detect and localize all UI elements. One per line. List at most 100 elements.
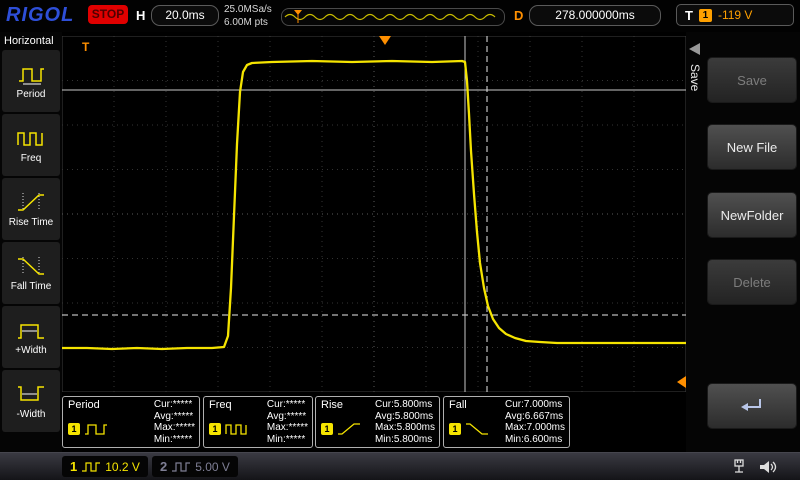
usb-icon (730, 458, 750, 476)
trigger-position-marker-icon[interactable] (379, 36, 391, 45)
trigger-level-value: -119 V (718, 8, 752, 22)
channel-badge: 1 (68, 423, 80, 435)
max-value: Max:7.000ms (505, 422, 565, 434)
enter-button[interactable] (708, 384, 796, 428)
sidebar-item-label: Rise Time (9, 217, 53, 228)
measurement-values: Cur:***** Avg:***** Max:***** Min:***** (267, 399, 308, 445)
trigger-source-badge: 1 (699, 9, 712, 22)
measurement-values: Cur:***** Avg:***** Max:***** Min:***** (154, 399, 195, 445)
horizontal-label: H (136, 8, 145, 23)
measurement-sidebar: Horizontal Period Freq Rise Time Fall Ti… (0, 32, 62, 452)
min-value: Min:6.600ms (505, 434, 565, 446)
avg-value: Avg:5.800ms (375, 411, 435, 423)
min-value: Min:5.800ms (375, 434, 435, 446)
new-folder-button[interactable]: NewFolder (708, 193, 796, 237)
freq-icon (16, 127, 46, 149)
cur-value: Cur:7.000ms (505, 399, 565, 411)
preview-waveform-icon (282, 9, 502, 25)
sidebar-title: Horizontal (0, 32, 62, 48)
cur-value: Cur:***** (154, 399, 195, 411)
trigger-level-marker-icon[interactable] (677, 376, 686, 388)
channel-badge: 1 (209, 423, 221, 435)
delete-button[interactable]: Delete (708, 260, 796, 304)
measurement-box-rise: Rise 1 Cur:5.800ms Avg:5.800ms Max:5.800… (315, 396, 440, 448)
delay-label: D (514, 8, 523, 23)
avg-value: Avg:***** (267, 411, 308, 423)
graticule-and-trace (62, 36, 686, 392)
avg-value: Avg:6.667ms (505, 411, 565, 423)
channel-wave-icon (81, 460, 101, 474)
measurement-source: 1 (68, 421, 109, 437)
period-glyph-icon (83, 421, 109, 437)
sidebar-item-neg-width[interactable]: -Width (2, 370, 60, 432)
sidebar-item-pos-width[interactable]: +Width (2, 306, 60, 368)
pos-width-icon (16, 319, 46, 341)
measurement-name: Fall (449, 399, 467, 411)
sidebar-item-label: Period (17, 89, 46, 100)
cur-value: Cur:***** (267, 399, 308, 411)
sidebar-item-rise-time[interactable]: Rise Time (2, 178, 60, 240)
min-value: Min:***** (267, 434, 308, 446)
rigol-logo: RIGOL (6, 4, 74, 27)
fall-time-icon (16, 255, 46, 277)
save-menu: Save Save New File NewFolder Delete (686, 32, 800, 452)
trigger-readout: T 1 -119 V (676, 4, 794, 26)
channel-badge: 1 (321, 423, 333, 435)
enter-arrow-icon (738, 396, 766, 416)
measurement-values: Cur:5.800ms Avg:5.800ms Max:5.800ms Min:… (375, 399, 435, 445)
measurement-source: 1 (321, 421, 362, 437)
measurement-box-freq: Freq 1 Cur:***** Avg:***** Max:***** Min… (203, 396, 313, 448)
measurement-name: Period (68, 399, 100, 411)
channel-wave-icon (171, 460, 191, 474)
sidebar-item-period[interactable]: Period (2, 50, 60, 112)
channel-1-indicator[interactable]: 1 10.2 V (62, 456, 148, 477)
freq-glyph-icon (224, 421, 250, 437)
sidebar-item-freq[interactable]: Freq (2, 114, 60, 176)
measurement-box-period: Period 1 Cur:***** Avg:***** Max:***** M… (62, 396, 200, 448)
run-state-badge: STOP (88, 5, 128, 24)
channel-scale: 10.2 V (105, 460, 140, 474)
speaker-icon (757, 458, 779, 476)
sidebar-item-label: Freq (21, 153, 42, 164)
neg-width-icon (16, 383, 46, 405)
menu-back-arrow-icon (688, 42, 702, 56)
measurement-source: 1 (209, 421, 250, 437)
cur-value: Cur:5.800ms (375, 399, 435, 411)
measurement-name: Rise (321, 399, 343, 411)
rise-time-icon (16, 191, 46, 213)
channel-number: 1 (70, 459, 77, 474)
measurement-readouts: Period 1 Cur:***** Avg:***** Max:***** M… (62, 396, 686, 450)
max-value: Max:5.800ms (375, 422, 435, 434)
measurement-name: Freq (209, 399, 232, 411)
sidebar-item-label: Fall Time (11, 281, 52, 292)
measurement-values: Cur:7.000ms Avg:6.667ms Max:7.000ms Min:… (505, 399, 565, 445)
menu-tab-label: Save (688, 64, 702, 91)
trigger-corner-label: T (82, 40, 89, 54)
memory-depth: 6.00M pts (224, 16, 272, 29)
period-icon (16, 63, 46, 85)
top-status-bar: RIGOL STOP H 20.0ms 25.0MSa/s 6.00M pts … (0, 0, 800, 32)
trigger-label: T (685, 8, 693, 23)
channel-badge: 1 (449, 423, 461, 435)
new-file-button[interactable]: New File (708, 125, 796, 169)
bottom-status-bar: 1 10.2 V 2 5.00 V (0, 452, 800, 480)
fall-glyph-icon (464, 421, 490, 437)
delay-readout: 278.000000ms (529, 5, 661, 26)
acquisition-info: 25.0MSa/s 6.00M pts (224, 3, 272, 29)
scope-display: T (62, 36, 686, 392)
avg-value: Avg:***** (154, 411, 195, 423)
channel-2-indicator[interactable]: 2 5.00 V (152, 456, 238, 477)
max-value: Max:***** (154, 422, 195, 434)
min-value: Min:***** (154, 434, 195, 446)
sample-rate: 25.0MSa/s (224, 3, 272, 16)
waveform-preview-bar (281, 8, 505, 26)
timebase-readout: 20.0ms (151, 5, 219, 26)
measurement-source: 1 (449, 421, 490, 437)
rise-glyph-icon (336, 421, 362, 437)
measurement-box-fall: Fall 1 Cur:7.000ms Avg:6.667ms Max:7.000… (443, 396, 570, 448)
sidebar-item-label: -Width (17, 409, 46, 420)
channel-scale: 5.00 V (195, 460, 230, 474)
sidebar-item-fall-time[interactable]: Fall Time (2, 242, 60, 304)
max-value: Max:***** (267, 422, 308, 434)
save-button[interactable]: Save (708, 58, 796, 102)
